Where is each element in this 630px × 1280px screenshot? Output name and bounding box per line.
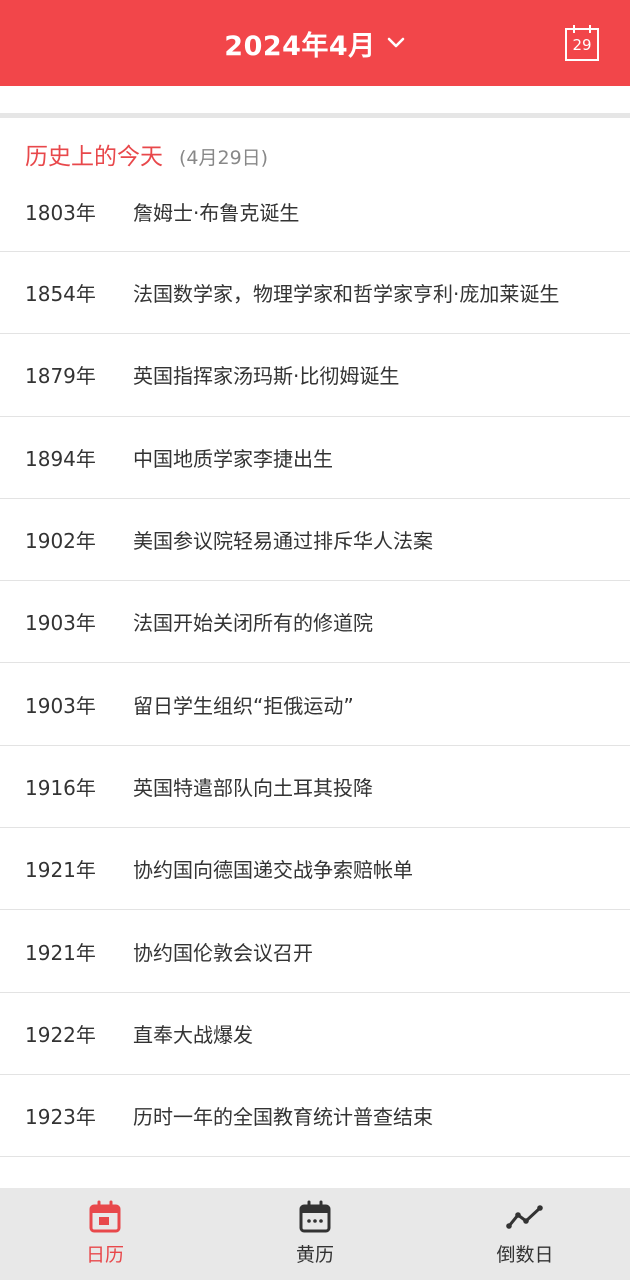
nav-label-countdown: 倒数日 [496,1244,554,1266]
event-text: 法国数学家，物理学家和哲学家亨利·庞加莱诞生 [133,282,560,307]
list-item[interactable]: 1903年 留日学生组织“拒俄运动” [0,663,630,746]
list-item[interactable]: 1803年 詹姆士·布鲁克诞生 [0,172,630,252]
event-text: 历时一年的全国教育统计普查结束 [133,1105,433,1130]
history-date: (4月29日) [179,147,269,169]
history-section-header: 历史上的今天 (4月29日) [25,137,268,173]
event-year: 1894年 [25,446,96,471]
list-item[interactable]: 1879年 英国指挥家汤玛斯·比彻姆诞生 [0,334,630,417]
event-text: 美国参议院轻易通过排斥华人法案 [133,529,433,554]
event-year: 1923年 [25,1105,96,1130]
list-item[interactable]: 1921年 协约国伦敦会议召开 [0,910,630,993]
event-year: 1902年 [25,529,96,554]
event-text: 协约国伦敦会议召开 [133,940,313,965]
today-day-number: 29 [572,36,592,54]
month-selector[interactable]: 2024年4月 [224,24,405,63]
event-year: 1903年 [25,693,96,718]
countdown-icon [506,1205,543,1229]
event-text: 中国地质学家李捷出生 [133,446,333,471]
today-button[interactable]: 29 [564,24,600,62]
event-text: 詹姆士·布鲁克诞生 [133,201,300,225]
list-item[interactable]: 1903年 法国开始关闭所有的修道院 [0,581,630,664]
nav-item-almanac[interactable]: 黄历 [210,1188,420,1280]
bottom-nav: 日历 黄历 倒数日 [0,1188,630,1280]
almanac-icon [299,1200,331,1233]
list-item[interactable]: 1916年 英国特遣部队向土耳其投降 [0,746,630,829]
event-year: 1921年 [25,940,96,965]
nav-item-calendar[interactable]: 日历 [0,1188,210,1280]
list-item[interactable]: 1923年 历时一年的全国教育统计普查结束 [0,1075,630,1158]
list-item[interactable]: 1894年 中国地质学家李捷出生 [0,417,630,499]
section-divider [0,113,630,118]
event-text: 英国特遣部队向土耳其投降 [133,775,373,800]
event-year: 1803年 [25,201,96,225]
app-header: 2024年4月 29 [0,0,630,86]
event-year: 1916年 [25,775,96,800]
event-text: 直奉大战爆发 [133,1022,253,1047]
nav-item-countdown[interactable]: 倒数日 [420,1188,630,1280]
event-year: 1854年 [25,282,96,307]
event-year: 1921年 [25,858,96,883]
list-item[interactable]: 1922年 直奉大战爆发 [0,993,630,1075]
calendar-icon [89,1200,121,1233]
page: 2024年4月 29 历史上的今天 (4月29日) 1803年 詹姆士·布鲁克诞… [0,0,630,1280]
history-title: 历史上的今天 [25,144,163,170]
chevron-down-icon [387,37,405,48]
nav-label-calendar: 日历 [85,1244,124,1266]
event-text: 法国开始关闭所有的修道院 [133,611,373,636]
month-title: 2024年4月 [224,30,376,62]
list-item[interactable]: 1921年 协约国向德国递交战争索赔帐单 [0,828,630,911]
event-text: 留日学生组织“拒俄运动” [133,693,354,718]
list-item[interactable]: 1902年 美国参议院轻易通过排斥华人法案 [0,499,630,582]
event-year: 1903年 [25,611,96,636]
event-text: 协约国向德国递交战争索赔帐单 [133,858,413,883]
nav-label-almanac: 黄历 [295,1244,334,1266]
history-list: 1803年 詹姆士·布鲁克诞生 1854年 法国数学家，物理学家和哲学家亨利·庞… [0,172,630,1158]
event-year: 1879年 [25,364,96,389]
event-text: 英国指挥家汤玛斯·比彻姆诞生 [133,364,400,389]
event-year: 1922年 [25,1022,96,1047]
list-item[interactable]: 1854年 法国数学家，物理学家和哲学家亨利·庞加莱诞生 [0,252,630,335]
